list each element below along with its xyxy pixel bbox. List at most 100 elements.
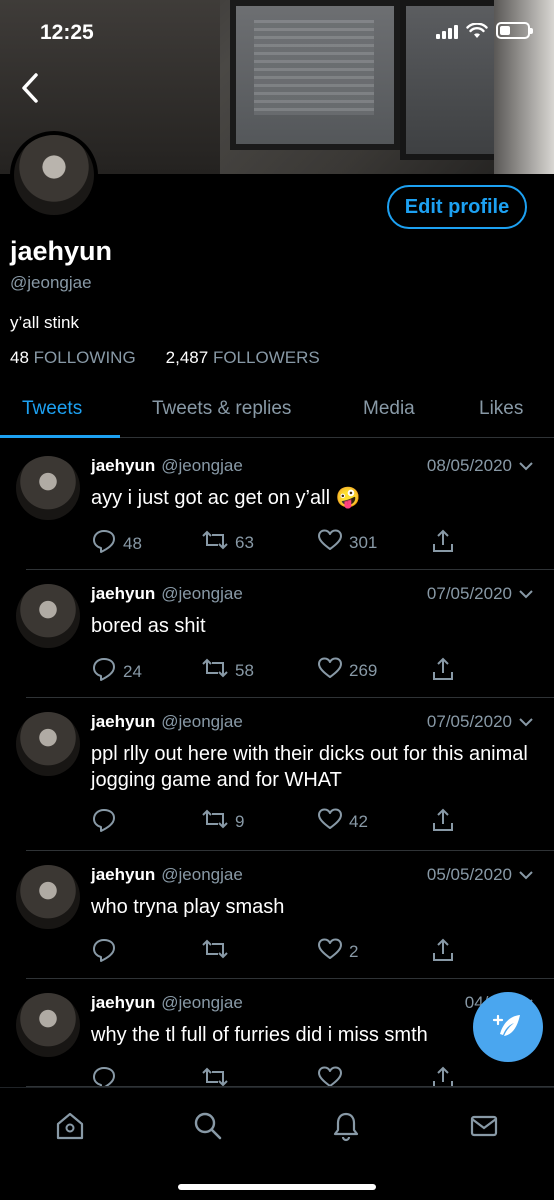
following-count: 48: [10, 348, 29, 367]
tweet-avatar[interactable]: [16, 456, 80, 520]
tweet-author-handle: @jeongjae: [161, 865, 243, 884]
chevron-left-icon: [22, 73, 38, 103]
retweet-count: 9: [235, 811, 245, 831]
tweet-item[interactable]: jaehyun@jeongjae 04/05/ why the tl full …: [0, 979, 554, 1090]
profile-handle: @jeongjae: [10, 273, 92, 292]
nav-notifications[interactable]: [328, 1108, 364, 1144]
battery-icon: [496, 22, 533, 39]
chevron-down-icon[interactable]: [518, 712, 534, 732]
nav-search[interactable]: [190, 1108, 226, 1144]
tweet-date-text: 05/05/2020: [426, 865, 512, 884]
tab-likes[interactable]: Likes: [479, 398, 523, 420]
wifi-icon: [466, 22, 488, 38]
retweet-button[interactable]: 58: [201, 656, 254, 685]
mail-icon: [470, 1115, 498, 1137]
share-icon: [431, 937, 455, 968]
heart-icon: [317, 937, 343, 966]
status-time: 12:25: [40, 21, 94, 44]
retweet-button[interactable]: [201, 937, 235, 966]
bell-icon: [333, 1112, 359, 1142]
like-button[interactable]: 2: [317, 937, 358, 966]
following-label: FOLLOWING: [33, 348, 136, 367]
tweet-author-name: jaehyun: [91, 993, 156, 1012]
retweet-button[interactable]: 63: [201, 528, 254, 557]
profile-bio: y’all stink: [10, 313, 79, 332]
reply-icon: [91, 807, 117, 838]
home-indicator[interactable]: [178, 1184, 376, 1190]
profile-avatar[interactable]: [10, 131, 98, 219]
like-count: 301: [349, 532, 378, 552]
status-bar: 12:25: [0, 0, 554, 66]
edit-profile-button[interactable]: Edit profile: [387, 185, 527, 229]
tweet-avatar[interactable]: [16, 584, 80, 648]
share-button[interactable]: [431, 937, 455, 968]
heart-icon: [317, 807, 343, 836]
tweet-author-handle: @jeongjae: [161, 993, 243, 1012]
tweet-item[interactable]: jaehyun @jeongjae 08/05/2020 ayy i just g…: [0, 442, 554, 570]
tweet-avatar[interactable]: [16, 993, 80, 1057]
tweet-text: bored as shit: [91, 615, 206, 637]
signal-icon: [436, 23, 458, 39]
tweet-author-name: jaehyun: [91, 584, 156, 603]
active-tab-indicator: [0, 435, 120, 438]
tweet-date[interactable]: 05/05/2020: [427, 865, 534, 885]
retweet-icon: [201, 528, 229, 557]
tweet-header: jaehyun @jeongjae: [91, 712, 243, 732]
like-button[interactable]: 269: [317, 656, 377, 685]
tab-media[interactable]: Media: [363, 398, 415, 420]
like-count: 42: [349, 811, 368, 831]
reply-button[interactable]: [91, 807, 123, 838]
retweet-button[interactable]: 9: [201, 807, 244, 836]
share-button[interactable]: [431, 656, 455, 687]
tab-tweets[interactable]: Tweets: [22, 398, 82, 420]
compose-icon: [492, 1014, 520, 1036]
share-icon: [431, 528, 455, 559]
tweet-text: ppl rlly out here with their dicks out f…: [91, 743, 528, 791]
like-count: 2: [349, 941, 359, 961]
follow-stats: 48 FOLLOWING 2,487 FOLLOWERS: [10, 348, 320, 368]
reply-count: 48: [123, 533, 142, 553]
heart-icon: [317, 656, 343, 685]
tweet-actions: 9 42: [91, 807, 471, 833]
tweet-item[interactable]: jaehyun @jeongjae 07/05/2020 ppl rlly out…: [0, 698, 554, 851]
share-icon: [431, 656, 455, 687]
chevron-down-icon[interactable]: [518, 584, 534, 604]
compose-tweet-button[interactable]: [473, 992, 543, 1062]
tweet-actions: 2: [91, 937, 471, 963]
tweet-avatar[interactable]: [16, 712, 80, 776]
tweet-item[interactable]: jaehyun @jeongjae 05/05/2020 who tryna pl…: [0, 851, 554, 979]
chevron-down-icon[interactable]: [518, 865, 534, 885]
tweet-item[interactable]: jaehyun @jeongjae 07/05/2020 bored as shi…: [0, 570, 554, 698]
back-button[interactable]: [10, 66, 50, 110]
home-icon: [56, 1112, 84, 1140]
reply-button[interactable]: [91, 937, 123, 968]
nav-messages[interactable]: [466, 1108, 502, 1144]
following-link[interactable]: 48 FOLLOWING: [10, 348, 136, 368]
tweet-text: ayy i just got ac get on y’all 🤪: [91, 487, 361, 509]
reply-count: 24: [123, 661, 142, 681]
tweet-text: why the tl full of furries did i miss sm…: [91, 1024, 428, 1046]
reply-button[interactable]: 48: [91, 528, 142, 559]
tweet-date[interactable]: 07/05/2020: [427, 584, 534, 604]
reply-button[interactable]: 24: [91, 656, 142, 687]
tweet-date[interactable]: 07/05/2020: [427, 712, 534, 732]
like-button[interactable]: 42: [317, 807, 368, 836]
tweet-actions: 24 58 269: [91, 656, 471, 682]
followers-count: 2,487: [165, 348, 209, 367]
tweet-text: who tryna play smash: [91, 896, 285, 918]
tweet-date-text: 08/05/2020: [426, 456, 512, 475]
tweet-author-handle: @jeongjae: [161, 456, 243, 475]
nav-home[interactable]: [52, 1108, 88, 1144]
tweet-avatar[interactable]: [16, 865, 80, 929]
tweet-actions: 48 63 301: [91, 528, 471, 554]
chevron-down-icon[interactable]: [518, 456, 534, 476]
like-button[interactable]: 301: [317, 528, 377, 557]
tweet-date[interactable]: 08/05/2020: [427, 456, 534, 476]
share-button[interactable]: [431, 807, 455, 838]
share-button[interactable]: [431, 528, 455, 559]
followers-link[interactable]: 2,487 FOLLOWERS: [166, 348, 320, 368]
tab-tweets-replies[interactable]: Tweets & replies: [152, 398, 291, 420]
retweet-count: 58: [235, 660, 254, 680]
retweet-icon: [201, 656, 229, 685]
tweet-author-name: jaehyun: [91, 456, 156, 475]
